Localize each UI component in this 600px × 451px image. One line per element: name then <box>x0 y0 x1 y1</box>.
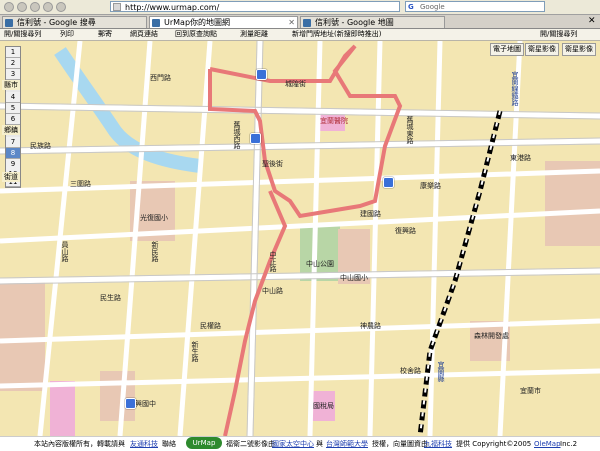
address-bar: http://www.urmap.com/ G Google <box>0 0 600 15</box>
footer-text: 授權，向量圖資由 <box>372 440 428 448</box>
footer-link[interactable]: 友通科技 <box>130 437 158 451</box>
footer-text: Inc.2 <box>560 440 578 448</box>
tab-google-search[interactable]: 信利號 - Google 搜尋 <box>2 16 147 28</box>
label-minsheng: 民生路 <box>100 294 121 302</box>
toggle-search-button[interactable]: 開/關搜尋列 <box>4 29 41 40</box>
tab-urmap[interactable]: UrMap你的地圖網 ✕ <box>149 16 298 28</box>
building-block <box>0 281 45 391</box>
zoom-level-2[interactable]: 2 <box>6 58 20 69</box>
label-yuanshan: 員山路 <box>61 241 69 262</box>
zoom-level-4[interactable]: 4 <box>6 92 20 103</box>
tab-icon <box>303 19 311 27</box>
label-railway-south: 宜蘭縣 <box>437 361 445 382</box>
back-button[interactable] <box>4 2 14 12</box>
poi-marker[interactable] <box>125 398 136 409</box>
footer-text: 提供 Copyright©2005 <box>456 440 532 448</box>
footer-text: 與 <box>316 440 323 448</box>
url-text: http://www.urmap.com/ <box>125 3 220 12</box>
back-to-origin-button[interactable]: 回到原查詢點 <box>175 29 217 40</box>
zoom-level-3[interactable]: 3 <box>6 69 20 80</box>
print-button[interactable]: 列印 <box>60 29 74 40</box>
label-minzu: 民族路 <box>30 142 51 150</box>
label-yilan-city: 宜蘭市 <box>520 387 541 395</box>
google-icon: G <box>408 3 414 11</box>
tab-label: 信利號 - Google 地圖 <box>315 18 394 27</box>
zoom-level-6[interactable]: 6 <box>6 114 20 125</box>
reload-button[interactable] <box>30 2 40 12</box>
footer-link[interactable]: OleMap <box>534 437 561 451</box>
footer: 本站內容版權所有，轉載請與 友通科技 聯絡 福衛二號影像由 國家太空中心 與 台… <box>0 436 600 451</box>
label-forest: 森林開發處 <box>474 332 509 340</box>
tab-label: UrMap你的地圖網 <box>164 18 231 27</box>
label-shennong: 神農路 <box>360 322 381 330</box>
zoom-slider[interactable]: 1 2 3 4 5 6 7 8 9 10 11 <box>5 46 21 188</box>
label-zhongshan-park: 中山公園 <box>306 260 334 268</box>
tab-icon <box>5 19 13 27</box>
zoom-level-7[interactable]: 7 <box>6 137 20 148</box>
label-guangfu: 光復國小 <box>140 214 168 222</box>
satellite-view-button-2[interactable]: 衛星影像 <box>562 43 596 56</box>
label-jiuxi: 舊城西路 <box>233 121 241 149</box>
building-block <box>100 371 135 421</box>
email-button[interactable]: 郵寄 <box>98 29 112 40</box>
tab-bar: 信利號 - Google 搜尋 UrMap你的地圖網 ✕ 信利號 - Googl… <box>0 15 600 29</box>
label-minquan: 民權路 <box>200 322 221 330</box>
toggle-search-right-button[interactable]: 開/關搜尋列 <box>540 29 577 40</box>
home-button[interactable] <box>56 2 66 12</box>
search-input[interactable]: G Google <box>405 1 545 12</box>
url-field[interactable]: http://www.urmap.com/ <box>110 1 400 12</box>
add-address-button[interactable]: 新增門牌地址(新搜即時推出) <box>292 29 381 40</box>
label-zhongshan-school: 中山國小 <box>340 274 368 282</box>
zoom-caption-town: 鄉鎮 <box>2 125 20 135</box>
label-sanwei: 三圍路 <box>70 180 91 188</box>
label-cheng: 城隍街 <box>285 80 306 88</box>
label-railway: 宜蘭線鐵路 <box>511 71 519 106</box>
zoom-level-1[interactable]: 1 <box>6 47 20 58</box>
label-xinsheng: 新生路 <box>191 341 199 362</box>
label-jiudong: 舊城東路 <box>406 116 414 144</box>
link-button[interactable]: 網頁連結 <box>130 29 158 40</box>
zoom-level-8[interactable]: 8 <box>6 148 20 159</box>
tab-google-maps[interactable]: 信利號 - Google 地圖 <box>300 16 445 28</box>
label-jianguo: 建國路 <box>360 210 381 218</box>
tab-label: 信利號 - Google 搜尋 <box>17 18 96 27</box>
zoom-level-5[interactable]: 5 <box>6 103 20 114</box>
search-placeholder: Google <box>420 3 445 11</box>
poi-marker[interactable] <box>383 177 394 188</box>
footer-text: 本站內容版權所有，轉載請與 <box>34 440 125 448</box>
label-tax: 國稅局 <box>313 402 334 410</box>
zoom-caption-street: 街道 <box>2 172 20 182</box>
footer-link[interactable]: 國家太空中心 <box>272 437 314 451</box>
label-zhongzheng: 中正路 <box>269 251 277 272</box>
footer-text: 福衛二號影像由 <box>226 440 275 448</box>
label-xiaoxi: 校舍路 <box>400 367 421 375</box>
label-xinmin: 新民路 <box>151 241 159 262</box>
zoom-caption-county: 縣市 <box>2 80 20 90</box>
close-icon[interactable]: ✕ <box>288 17 295 28</box>
label-fuxing: 復興路 <box>395 227 416 235</box>
label-hospital: 宜蘭醫院 <box>320 117 348 125</box>
forward-button[interactable] <box>17 2 27 12</box>
label-kangle: 康樂路 <box>420 182 441 190</box>
tab-icon <box>152 19 160 27</box>
close-tab-icon[interactable]: ✕ <box>588 16 596 26</box>
map-view-button[interactable]: 電子地圖 <box>490 43 524 56</box>
footer-text: 聯絡 <box>162 440 176 448</box>
footer-link[interactable]: 九福科技 <box>424 437 452 451</box>
footer-link[interactable]: 台灣師範大學 <box>326 437 368 451</box>
label-ximen: 西門路 <box>150 74 171 82</box>
building-block <box>50 381 75 436</box>
label-zhongshan-rd: 中山路 <box>262 287 283 295</box>
urmap-logo[interactable]: UrMap <box>186 437 222 449</box>
map-canvas[interactable]: 西門路 城隍街 宜蘭醫院 民族路 三圍路 光復國小 中山公園 中山國小 中山路 … <box>0 41 600 436</box>
satellite-view-button[interactable]: 衛星影像 <box>525 43 559 56</box>
map-toolbar: 開/關搜尋列 列印 郵寄 網頁連結 回到原查詢點 測量距離 新增門牌地址(新搜即… <box>0 29 600 41</box>
label-shenghou: 聖後街 <box>262 160 283 168</box>
stop-button[interactable] <box>43 2 53 12</box>
label-dongmen: 東港路 <box>510 154 531 162</box>
measure-distance-button[interactable]: 測量距離 <box>240 29 268 40</box>
poi-marker[interactable] <box>256 69 267 80</box>
poi-marker[interactable] <box>250 133 261 144</box>
page-icon <box>113 3 121 11</box>
